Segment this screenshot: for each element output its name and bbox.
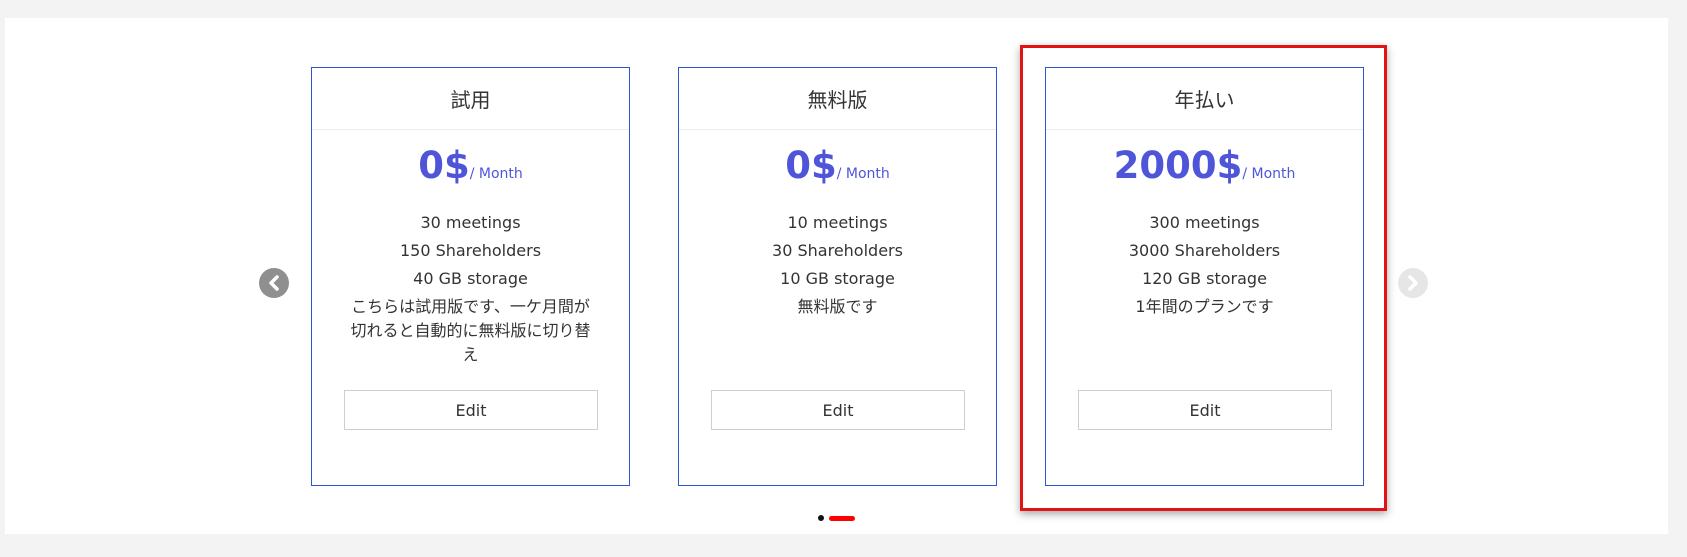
carousel-dot-active[interactable] <box>829 515 855 521</box>
carousel-next-button[interactable] <box>1398 268 1428 298</box>
plan-period: / Month <box>469 166 523 182</box>
plan-card-trial: 試用 0$/ Month 30 meetings 150 Shareholder… <box>311 67 630 486</box>
carousel-prev-button[interactable] <box>259 268 289 298</box>
carousel-pagination <box>818 515 855 521</box>
plan-features: 300 meetings 3000 Shareholders 120 GB st… <box>1046 209 1363 319</box>
plan-period: / Month <box>836 166 890 182</box>
plan-title: 年払い <box>1046 68 1363 130</box>
feature-storage: 120 GB storage <box>1142 269 1267 288</box>
carousel-dot[interactable] <box>818 515 824 521</box>
plan-title: 試用 <box>312 68 629 130</box>
feature-storage: 40 GB storage <box>413 269 528 288</box>
edit-plan-button[interactable]: Edit <box>711 390 965 430</box>
plan-description: 無料版です <box>797 297 878 316</box>
plan-features: 10 meetings 30 Shareholders 10 GB storag… <box>679 209 996 319</box>
chevron-left-icon <box>267 275 281 291</box>
feature-meetings: 300 meetings <box>1149 213 1260 232</box>
plan-price-row: 0$/ Month <box>312 144 629 187</box>
plan-description: 1年間のプランです <box>1135 297 1274 316</box>
edit-plan-button[interactable]: Edit <box>1078 390 1332 430</box>
plan-features: 30 meetings 150 Shareholders 40 GB stora… <box>312 209 629 367</box>
feature-shareholders: 150 Shareholders <box>399 241 542 260</box>
plan-period: / Month <box>1242 166 1296 182</box>
chevron-right-icon <box>1406 275 1420 291</box>
plan-price: 0$ <box>418 144 470 187</box>
feature-meetings: 30 meetings <box>420 213 521 232</box>
plan-price: 0$ <box>785 144 837 187</box>
plan-price: 2000$ <box>1113 144 1243 187</box>
feature-storage: 10 GB storage <box>780 269 895 288</box>
plan-card-free: 無料版 0$/ Month 10 meetings 30 Shareholder… <box>678 67 997 486</box>
plan-description: こちらは試用版です、一ケ月間が切れると自動的に無料版に切り替え <box>350 297 591 364</box>
feature-shareholders: 30 Shareholders <box>772 241 903 260</box>
plan-price-row: 0$/ Month <box>679 144 996 187</box>
plan-card-annual: 年払い 2000$/ Month 300 meetings 3000 Share… <box>1045 67 1364 486</box>
edit-plan-button[interactable]: Edit <box>344 390 598 430</box>
plan-title: 無料版 <box>679 68 996 130</box>
feature-shareholders: 3000 Shareholders <box>1128 241 1281 260</box>
feature-meetings: 10 meetings <box>787 213 888 232</box>
plan-price-row: 2000$/ Month <box>1046 144 1363 187</box>
